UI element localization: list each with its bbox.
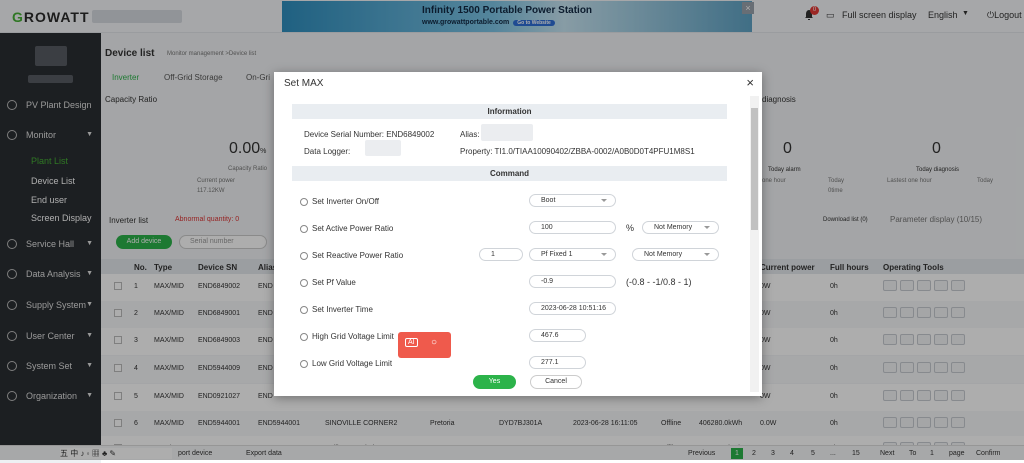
cmd-low-grid-voltage[interactable]: Low Grid Voltage Limit xyxy=(300,359,392,368)
active-power-input[interactable]: 100 xyxy=(529,221,616,234)
dialog-title: Set MAX xyxy=(284,78,324,89)
high-voltage-input[interactable]: 467.6 xyxy=(529,329,586,342)
memory-select-2[interactable]: Not Memory xyxy=(632,248,719,261)
radio-button[interactable] xyxy=(300,359,308,368)
property-row: Property: TI1.0/TIAA10090402/ZBBA-0002/A… xyxy=(460,147,695,156)
yes-button[interactable]: Yes xyxy=(473,375,516,389)
pf-mode-select[interactable]: Pf Fixed 1 xyxy=(529,248,616,261)
reactive-number-input[interactable]: 1 xyxy=(479,248,523,261)
command-header: Command xyxy=(292,166,727,181)
radio-button[interactable] xyxy=(300,305,308,314)
serial-number-row: Device Serial Number: END6849002 xyxy=(304,130,435,139)
cmd-reactive-power[interactable]: Set Reactive Power Ratio xyxy=(300,251,403,260)
set-max-dialog: Set MAX × Information Device Serial Numb… xyxy=(274,72,762,396)
information-header: Information xyxy=(292,104,727,119)
scroll-thumb[interactable] xyxy=(751,108,758,230)
search-icon[interactable]: ○ xyxy=(431,337,437,348)
alias-row: Alias: xyxy=(460,130,480,139)
inverter-time-input[interactable]: 2023-06-28 10:51:16 xyxy=(529,302,616,315)
cmd-inverter-time[interactable]: Set Inverter Time xyxy=(300,305,373,314)
radio-button[interactable] xyxy=(300,224,308,233)
close-icon[interactable]: × xyxy=(746,75,754,90)
on-off-select[interactable]: Boot xyxy=(529,194,616,207)
cmd-pf-value[interactable]: Set Pf Value xyxy=(300,278,356,287)
radio-button[interactable] xyxy=(300,278,308,287)
ai-icon[interactable]: AI xyxy=(405,338,418,347)
radio-button[interactable] xyxy=(300,332,308,341)
radio-button[interactable] xyxy=(300,197,308,206)
ai-assistant-widget[interactable]: AI ○ xyxy=(398,332,451,358)
dialog-scrollbar[interactable] xyxy=(750,96,759,392)
percent-unit: % xyxy=(626,223,635,233)
radio-button[interactable] xyxy=(300,251,308,260)
cancel-button[interactable]: Cancel xyxy=(530,375,582,389)
low-voltage-input[interactable]: 277.1 xyxy=(529,356,586,369)
blurred-logger xyxy=(365,140,401,156)
blurred-alias xyxy=(481,124,533,141)
data-logger-row: Data Logger: xyxy=(304,147,351,156)
pf-value-input[interactable]: -0.9 xyxy=(529,275,616,288)
cmd-high-grid-voltage[interactable]: High Grid Voltage Limit xyxy=(300,332,394,341)
cmd-inverter-onoff[interactable]: Set Inverter On/Off xyxy=(300,197,379,206)
cmd-active-power[interactable]: Set Active Power Ratio xyxy=(300,224,393,233)
pf-range-hint: (-0.8 - -1/0.8 - 1) xyxy=(626,277,692,287)
memory-select[interactable]: Not Memory xyxy=(642,221,719,234)
